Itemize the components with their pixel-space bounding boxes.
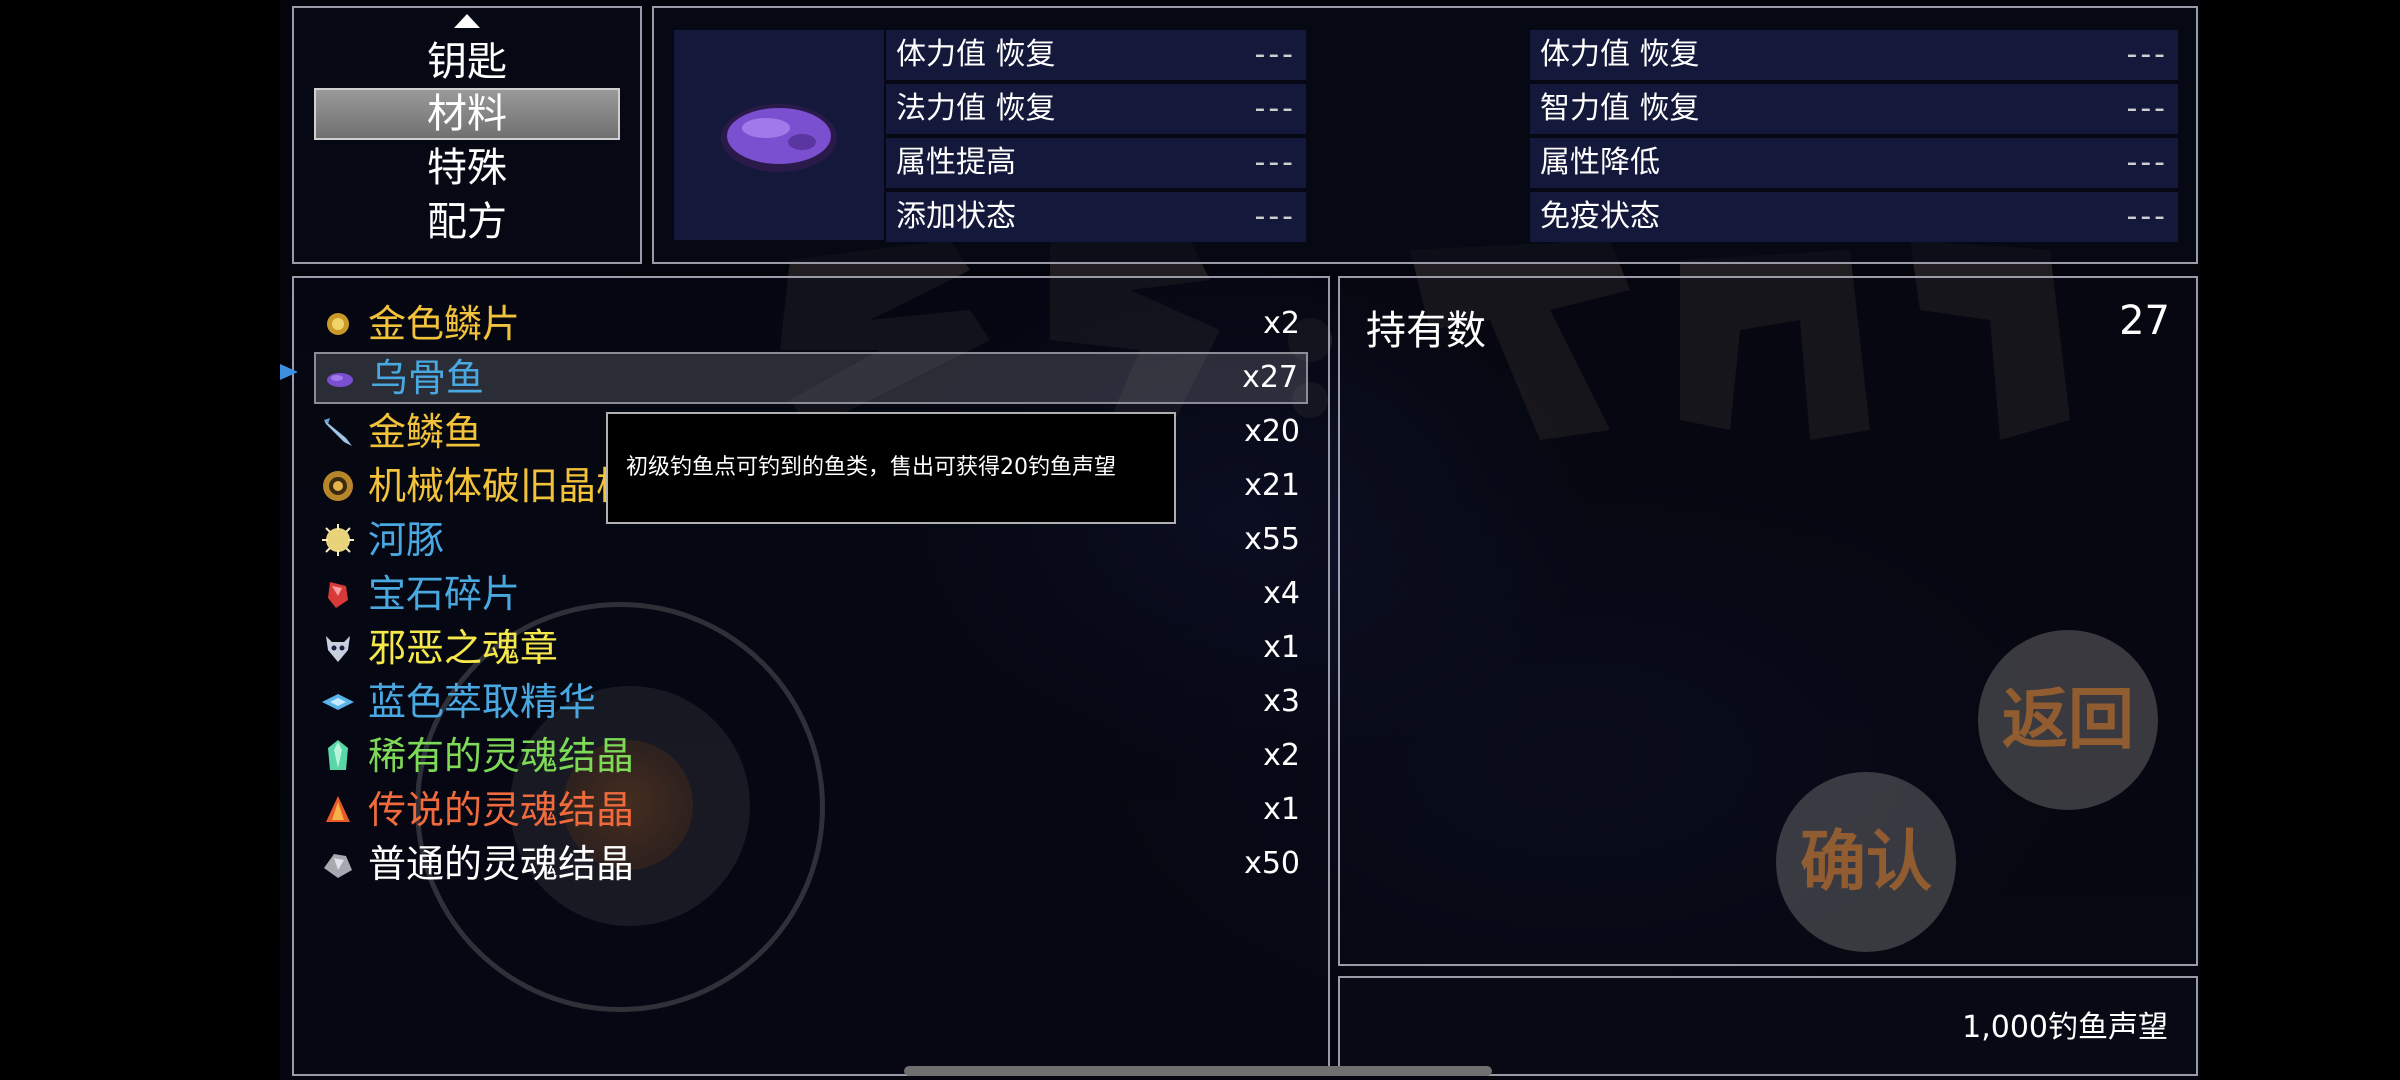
horizontal-scrollbar[interactable]: [904, 1066, 1492, 1076]
item-detail-panel: 体力值 恢复 --- 体力值 恢复 --- 法力值 恢复 --- 智力值 恢复 --- …: [652, 6, 2198, 264]
demon-emblem-icon: [326, 636, 350, 662]
price-value: 1,000钓鱼声望: [1962, 1010, 2168, 1045]
category-recipes[interactable]: 配方: [314, 196, 620, 248]
category-materials[interactable]: 材料: [314, 88, 620, 140]
orange-crystal-icon: [326, 796, 350, 822]
gear-core-icon: [323, 471, 353, 501]
category-special[interactable]: 特殊: [314, 142, 620, 194]
list-item[interactable]: 普通的灵魂结晶 x50: [314, 838, 1308, 890]
purple-fish-icon: [327, 373, 353, 387]
gem-shard-icon: [328, 582, 348, 608]
list-item[interactable]: 宝石碎片 x4: [314, 568, 1308, 620]
gold-scale-icon: [327, 313, 349, 335]
holdings-panel: 持有数 27: [1338, 276, 2198, 966]
stat-mp-recover: 法力值 恢复 ---: [886, 84, 1306, 134]
category-keys[interactable]: 钥匙: [314, 36, 620, 88]
stat-int-recover: 智力值 恢复 ---: [1530, 84, 2178, 134]
confirm-button[interactable]: 确认: [1776, 772, 1956, 952]
purple-fish-icon: [721, 104, 837, 172]
list-item-selected[interactable]: 乌骨鱼 x27: [314, 352, 1308, 404]
gray-crystal-icon: [324, 854, 352, 878]
list-item[interactable]: 稀有的灵魂结晶 x2: [314, 730, 1308, 782]
fish-icon: [324, 418, 352, 446]
selection-cursor-icon: [280, 364, 298, 380]
green-crystal-icon: [328, 740, 348, 770]
stat-attr-up: 属性提高 ---: [886, 138, 1306, 188]
stat-attr-down: 属性降低 ---: [1530, 138, 2178, 188]
holdings-value: 27: [2119, 298, 2170, 344]
item-preview: [674, 30, 884, 240]
scroll-up-arrow-icon[interactable]: [454, 14, 480, 28]
price-panel: 1,000钓鱼声望: [1338, 976, 2198, 1076]
stat-hp-recover-2: 体力值 恢复 ---: [1530, 30, 2178, 80]
category-menu: 钥匙 材料 特殊 配方: [292, 6, 642, 264]
item-list: 金色鳞片 x2 乌骨鱼 x27 金鳞鱼 x20 机械体破旧晶核 x21 河豚 x…: [292, 276, 1330, 1076]
blue-essence-icon: [322, 694, 354, 710]
list-item[interactable]: 金色鳞片 x2: [314, 298, 1308, 350]
stat-immune-state: 免疫状态 ---: [1530, 192, 2178, 242]
item-tooltip: 初级钓鱼点可钓到的鱼类，售出可获得20钓鱼声望: [606, 412, 1176, 524]
list-item[interactable]: 邪恶之魂章 x1: [314, 622, 1308, 674]
list-item[interactable]: 传说的灵魂结晶 x1: [314, 784, 1308, 836]
stat-hp-recover: 体力值 恢复 ---: [886, 30, 1306, 80]
stat-add-state: 添加状态 ---: [886, 192, 1306, 242]
holdings-label: 持有数: [1366, 308, 1486, 354]
pufferfish-icon: [322, 524, 354, 556]
back-button[interactable]: 返回: [1978, 630, 2158, 810]
game-screen: 钥匙 材料 特殊 配方 体力值 恢复 --- 体力值 恢复 --- 法力值 恢复 --…: [280, 0, 2200, 1080]
list-item[interactable]: 蓝色萃取精华 x3: [314, 676, 1308, 728]
